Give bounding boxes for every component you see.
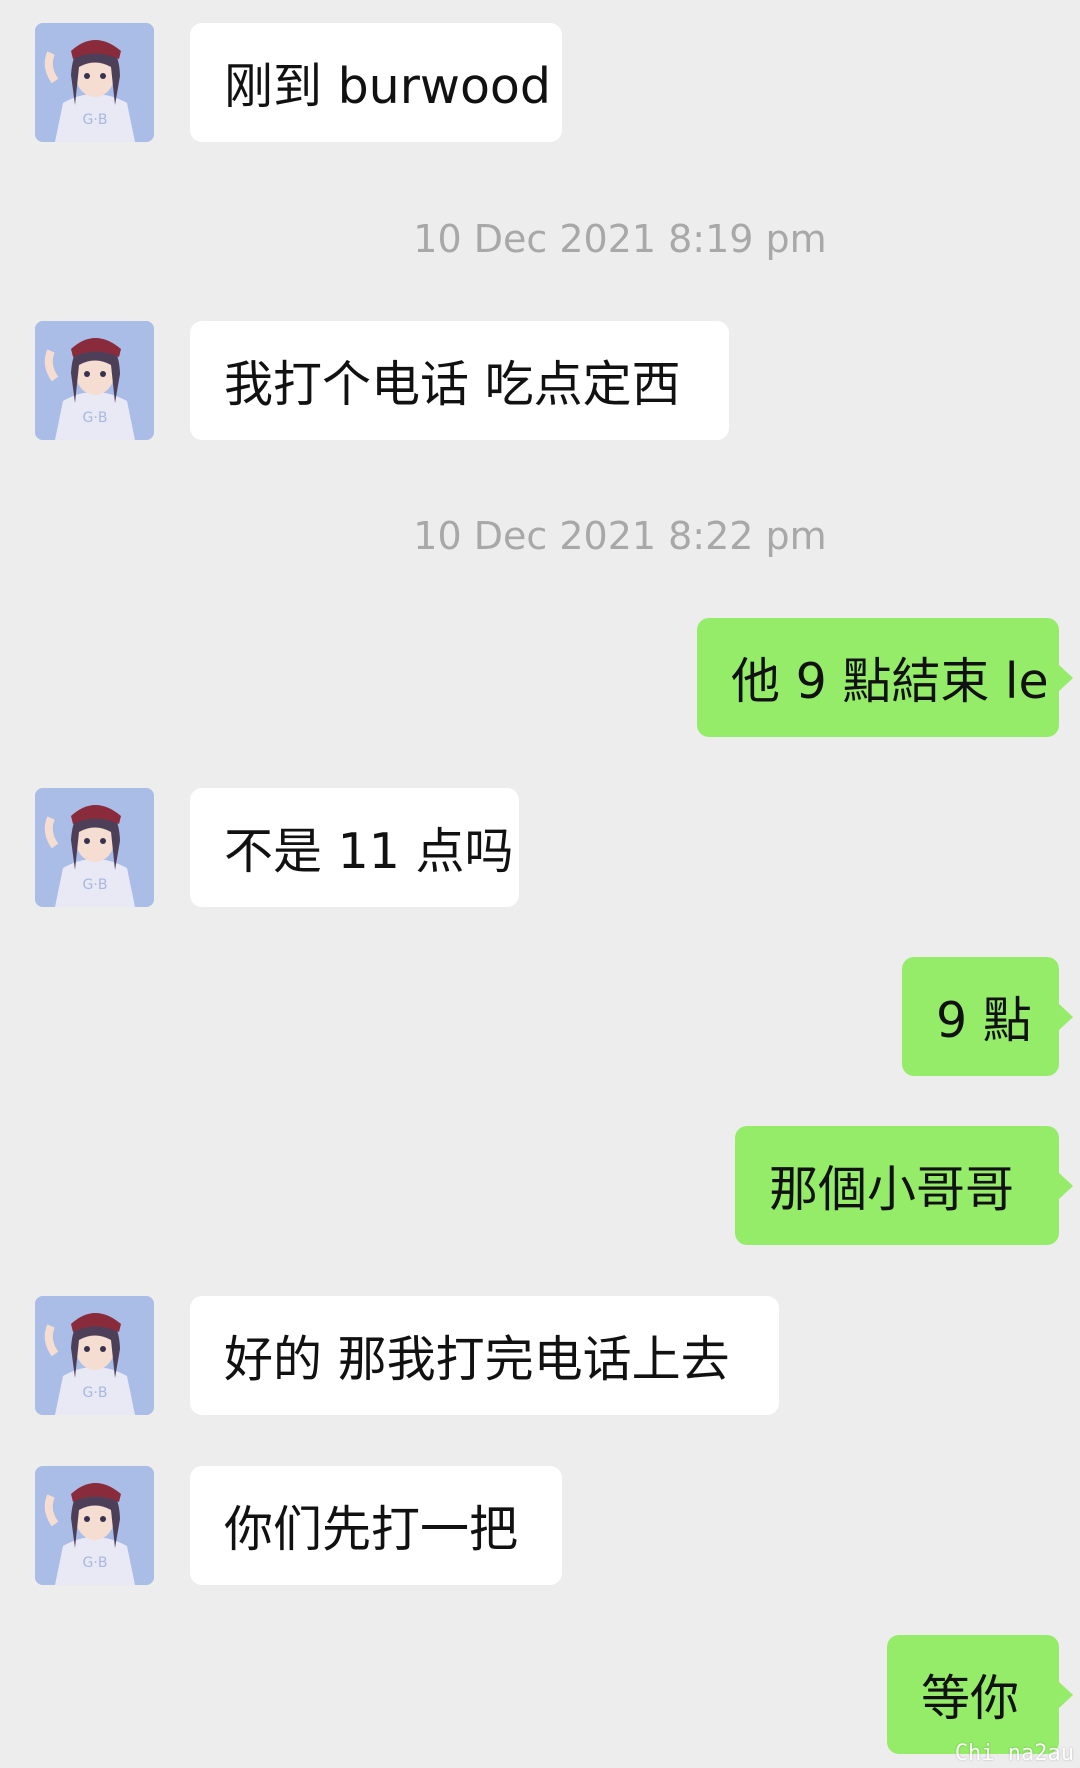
svg-text:G·B: G·B [83,1385,108,1401]
outgoing-message[interactable]: 等你 [887,1635,1073,1754]
outgoing-message[interactable]: 9 點 [902,957,1073,1076]
incoming-message[interactable]: 你们先打一把 [190,1466,562,1585]
message-text: 他 9 點結束 le [731,653,1049,710]
outgoing-message[interactable]: 那個小哥哥 [735,1126,1073,1245]
contact-avatar-icon[interactable]: G·B [35,23,154,142]
message-text: 9 點 [936,992,1032,1049]
incoming-message[interactable]: 好的 那我打完电话上去 [190,1296,779,1415]
timestamp: 10 Dec 2021 8:19 pm [413,217,827,261]
contact-avatar-icon[interactable]: G·B [35,321,154,440]
contact-avatar-icon[interactable]: G·B [35,1296,154,1415]
incoming-message[interactable]: 刚到 burwood [190,23,562,142]
svg-text:G·B: G·B [83,1555,108,1571]
message-text: 好的 那我打完电话上去 [224,1331,730,1388]
message-text: 我打个电话 吃点定西 [224,356,681,413]
svg-text:G·B: G·B [83,877,108,893]
incoming-message[interactable]: 我打个电话 吃点定西 [190,321,729,440]
incoming-message[interactable]: 不是 11 点吗 [190,788,519,907]
message-text: 刚到 burwood [224,58,552,115]
svg-text:G·B: G·B [83,112,108,128]
svg-text:G·B: G·B [83,410,108,426]
timestamp: 10 Dec 2021 8:22 pm [413,514,827,558]
message-text: 等你 [921,1670,1020,1727]
watermark: Chi na2au [954,1741,1074,1766]
message-text: 不是 11 点吗 [224,823,514,880]
message-text: 你们先打一把 [224,1501,519,1558]
outgoing-message[interactable]: 他 9 點結束 le [697,618,1073,737]
message-text: 那個小哥哥 [769,1161,1015,1218]
contact-avatar-icon[interactable]: G·B [35,788,154,907]
contact-avatar-icon[interactable]: G·B [35,1466,154,1585]
